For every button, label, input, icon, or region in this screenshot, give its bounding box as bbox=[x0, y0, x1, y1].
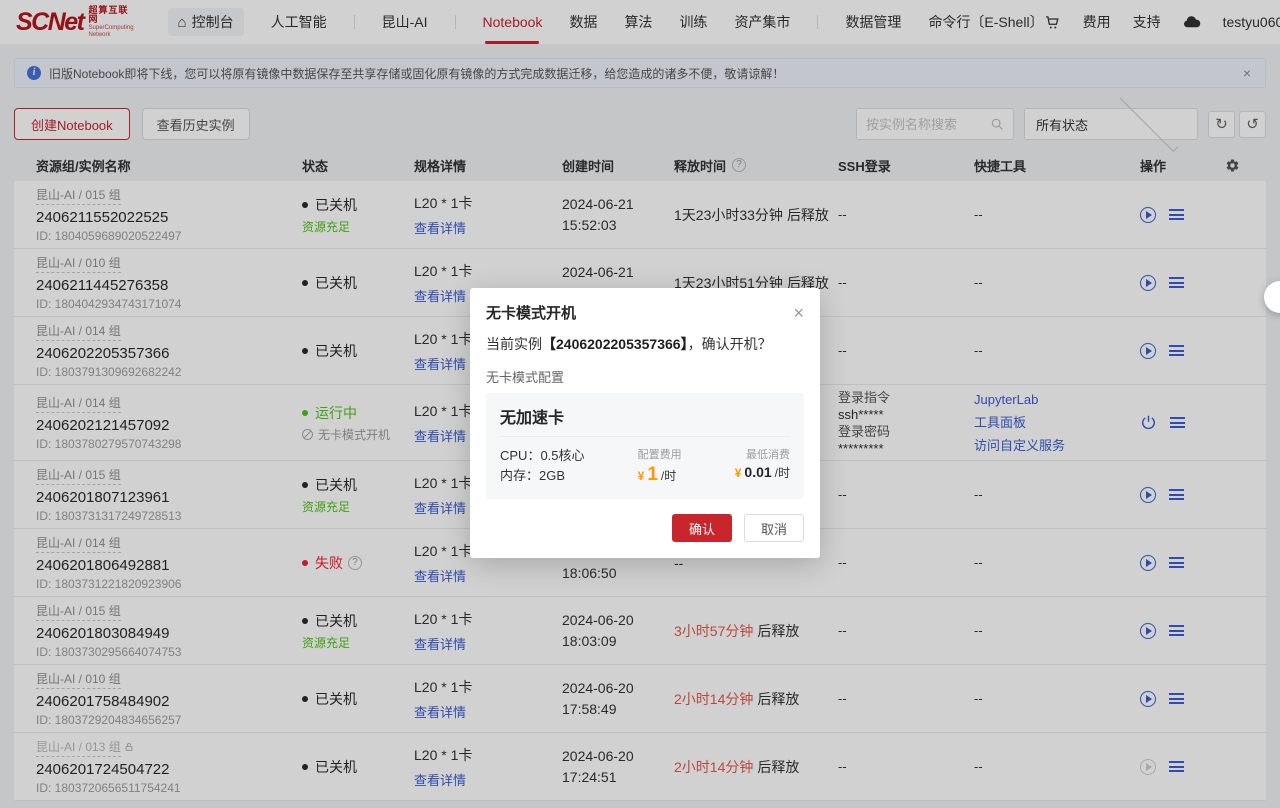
fee-value: 1 bbox=[647, 464, 658, 485]
close-icon[interactable]: × bbox=[793, 304, 804, 322]
no-card-boot-modal: 无卡模式开机 × 当前实例【2406202205357366】，确认开机？ 无卡… bbox=[470, 288, 820, 558]
confirm-button[interactable]: 确认 bbox=[672, 514, 732, 542]
card-title: 无加速卡 bbox=[500, 404, 790, 437]
cpu-spec: CPU：0.5核心 bbox=[500, 446, 585, 466]
instance-name: 【2406202205357366】 bbox=[542, 336, 688, 352]
cancel-button[interactable]: 取消 bbox=[744, 514, 804, 542]
min-value: 0.01 bbox=[744, 464, 771, 480]
modal-title: 无卡模式开机 bbox=[486, 302, 793, 323]
currency-symbol: ¥ bbox=[638, 469, 645, 483]
config-section-label: 无卡模式配置 bbox=[486, 367, 804, 386]
config-fee: 配置费用 ¥1/时 bbox=[638, 446, 682, 486]
currency-symbol: ¥ bbox=[735, 466, 742, 480]
no-accelerator-card: 无加速卡 CPU：0.5核心 内存：2GB 配置费用 ¥1/时 最低消费 ¥0.… bbox=[486, 393, 804, 499]
modal-confirm-text: 当前实例【2406202205357366】，确认开机？ bbox=[486, 334, 804, 354]
card-specs: CPU：0.5核心 内存：2GB bbox=[500, 446, 585, 486]
min-consumption: 最低消费 ¥0.01/时 bbox=[735, 446, 790, 486]
memory-spec: 内存：2GB bbox=[500, 466, 585, 486]
